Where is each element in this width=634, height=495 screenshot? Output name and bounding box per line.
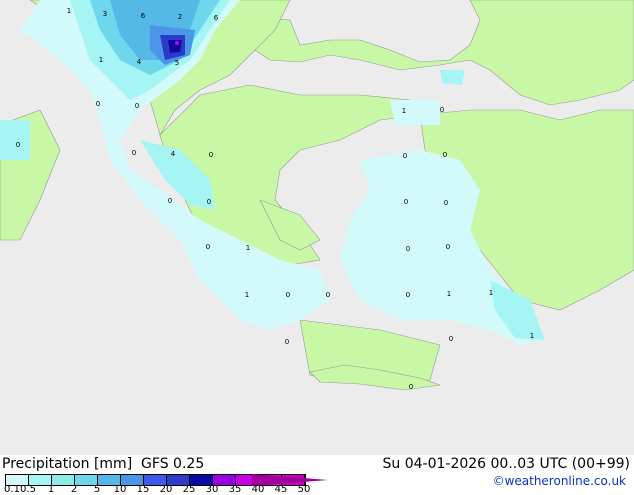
precip-value-label: 0 <box>409 383 413 391</box>
precip-value-label: 0 <box>406 291 410 299</box>
precip-value-label: 0 <box>286 291 290 299</box>
precip-value-label: 4 <box>171 150 176 158</box>
precip-value-label: 0 <box>16 141 20 149</box>
precip-value-label: 0 <box>168 197 172 205</box>
precip-value-label: 0 <box>446 243 450 251</box>
precip-value-label: 0 <box>96 100 100 108</box>
precip-value-label: 0 <box>404 198 408 206</box>
precip-value-label: 4 <box>137 58 142 66</box>
precip-value-label: 1 <box>246 244 250 252</box>
precip-value-label: 0 <box>132 149 136 157</box>
valid-time: Su 04-01-2026 00..03 UTC (00+99) <box>382 456 631 472</box>
precip-value-label: 0 <box>449 335 453 343</box>
precip-value-label: 0 <box>443 151 447 159</box>
precip-value-label: 6 <box>214 14 219 22</box>
map-title: Precipitation [mm] GFS 0.25 <box>2 456 205 472</box>
precip-value-label: 6 <box>141 12 146 20</box>
precip-value-label: 0 <box>209 151 213 159</box>
precip-value-label: 5 <box>175 59 179 67</box>
credit-link[interactable]: ©weatheronline.co.uk <box>493 474 626 488</box>
precip-value-label: 1 <box>447 290 451 298</box>
precipitation-map: 1 3 6 2 6 1 4 5 0 0 1 0 0 0 4 0 0 0 0 0 0 0 0 1 0 0 1 0 0 0 1 1 1 0 0 0 <box>0 0 634 455</box>
precip-value-label: 1 <box>67 7 71 15</box>
precip-value-label: 0 <box>444 199 448 207</box>
precip-value-label: 0 <box>326 291 330 299</box>
precip-value-label: 1 <box>530 332 534 340</box>
precip-value-label: 0 <box>440 106 444 114</box>
precip-value-label: 0 <box>135 102 139 110</box>
precip-value-label: 0 <box>406 245 410 253</box>
precip-value-label: 1 <box>245 291 249 299</box>
precip-value-label: 0 <box>206 243 210 251</box>
precip-value-label: 1 <box>99 56 103 64</box>
precip-value-label: 0 <box>207 198 211 206</box>
footer: Precipitation [mm] GFS 0.25 Su 04-01-202… <box>0 455 634 495</box>
precip-value-label: 0 <box>285 338 289 346</box>
precip-value-label: 0 <box>403 152 407 160</box>
precip-value-label: 1 <box>402 107 406 115</box>
precip-value-label: 1 <box>489 289 493 297</box>
precip-value-label: 3 <box>103 10 107 18</box>
precip-value-label: 2 <box>178 13 182 21</box>
